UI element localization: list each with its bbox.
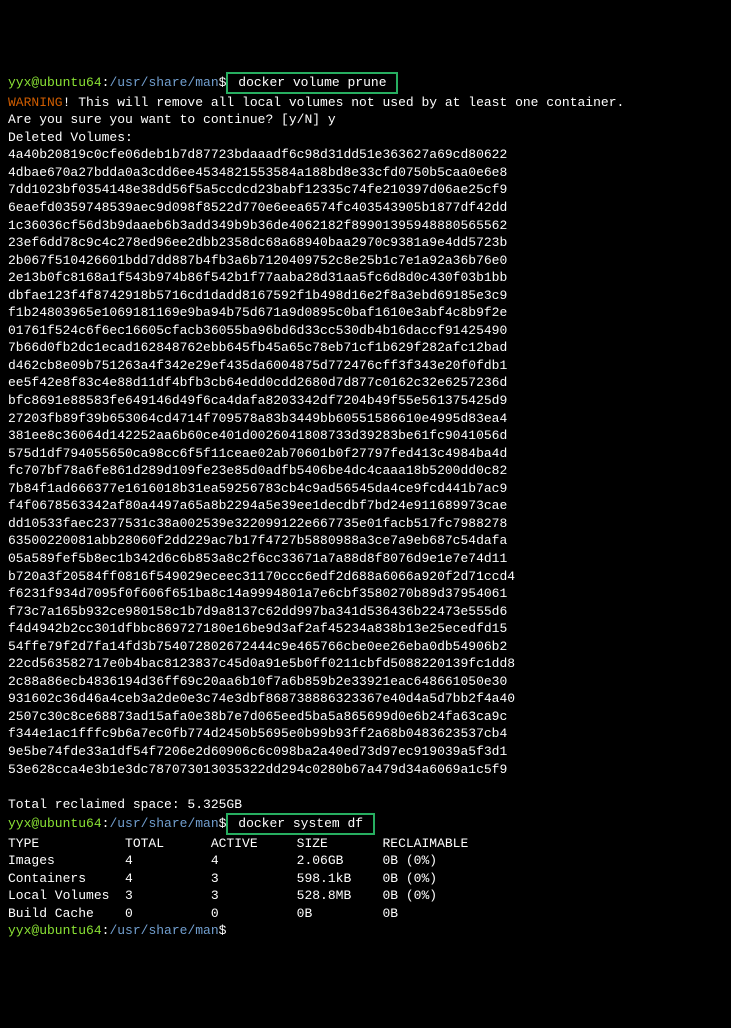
volume-hash: f1b24803965e1069181169e9ba94b75d671a9d08…: [8, 304, 723, 322]
prompt-user-host: yyx@ubuntu64: [8, 75, 102, 90]
volume-hash: 05a589fef5b8ec1b342d6c6b853a8c2f6cc33671…: [8, 550, 723, 568]
volume-hash: f6231f934d7095f0f606f651ba8c14a9994801a7…: [8, 585, 723, 603]
command-text[interactable]: docker system df: [230, 816, 370, 831]
volume-hash: b720a3f20584ff0816f549029eceec31170ccc6e…: [8, 568, 723, 586]
volume-hash: 9e5be74fde33a1df54f7206e2d60906c6c098ba2…: [8, 743, 723, 761]
warning-line: WARNING! This will remove all local volu…: [8, 94, 723, 112]
volume-hash: 01761f524c6f6ec16605cfacb36055ba96bd6d33…: [8, 322, 723, 340]
terminal-line: yyx@ubuntu64:/usr/share/man$ docker syst…: [8, 813, 723, 835]
confirm-prompt: Are you sure you want to continue? [y/N]…: [8, 111, 723, 129]
terminal-line: yyx@ubuntu64:/usr/share/man$ docker volu…: [8, 72, 723, 94]
deleted-volumes-label: Deleted Volumes:: [8, 129, 723, 147]
prompt-dollar: $: [219, 816, 227, 831]
volume-hash: 22cd563582717e0b4bac8123837c45d0a91e5b0f…: [8, 655, 723, 673]
volume-hash: 7b84f1ad666377e1616018b31ea59256783cb4c9…: [8, 480, 723, 498]
reclaimed-space: Total reclaimed space: 5.325GB: [8, 796, 723, 814]
volume-hash: f344e1ac1fffc9b6a7ec0fb774d2450b5695e0b9…: [8, 725, 723, 743]
volume-hash: 2507c30c8ce68873ad15afa0e38b7e7d065eed5b…: [8, 708, 723, 726]
prompt-colon: :: [102, 816, 110, 831]
volume-hash: 4a40b20819c0cfe06deb1b7d87723bdaaadf6c98…: [8, 146, 723, 164]
volume-hash: 575d1df794055650ca98cc6f5f11ceae02ab7060…: [8, 445, 723, 463]
terminal-line: yyx@ubuntu64:/usr/share/man$: [8, 922, 723, 940]
volume-hash: fc707bf78a6fe861d289d109fe23e85d0adfb540…: [8, 462, 723, 480]
volume-hash: dbfae123f4f8742918b5716cd1dadd8167592f1b…: [8, 287, 723, 305]
prompt-dollar: $: [219, 923, 227, 938]
volume-hash: 2b067f510426601bdd7dd887b4fb3a6b71204097…: [8, 252, 723, 270]
prompt-path: /usr/share/man: [109, 816, 218, 831]
volume-hash: dd10533faec2377531c38a002539e322099122e6…: [8, 515, 723, 533]
warning-text: ! This will remove all local volumes not…: [63, 95, 625, 110]
prompt-user-host: yyx@ubuntu64: [8, 816, 102, 831]
volume-hash: 381ee8c36064d142252aa6b60ce401d002604180…: [8, 427, 723, 445]
df-table-row: Local Volumes 3 3 528.8MB 0B (0%): [8, 887, 723, 905]
volume-hash: ee5f42e8f83c4e88d11df4bfb3cb64edd0cdd268…: [8, 374, 723, 392]
cursor-position[interactable]: [226, 923, 234, 938]
volume-hash: 4dbae670a27bdda0a3cdd6ee4534821553584a18…: [8, 164, 723, 182]
df-table-row: Containers 4 3 598.1kB 0B (0%): [8, 870, 723, 888]
volume-hash: 7b66d0fb2dc1ecad162848762ebb645fb45a65c7…: [8, 339, 723, 357]
volume-hash: 931602c36d46a4ceb3a2de0e3c74e3dbf8687388…: [8, 690, 723, 708]
volume-hash: 7dd1023bf0354148e38dd56f5a5ccdcd23babf12…: [8, 181, 723, 199]
volume-hash: 53e628cca4e3b1e3dc787073013035322dd294c0…: [8, 761, 723, 779]
volume-hash: 63500220081abb28060f2dd229ac7b17f4727b58…: [8, 532, 723, 550]
volume-hash: 2e13b0fc8168a1f543b974b86f542b1f77aaba28…: [8, 269, 723, 287]
blank-line: [8, 778, 723, 796]
volume-hash: d462cb8e09b751263a4f342e29ef435da6004875…: [8, 357, 723, 375]
command-text[interactable]: docker volume prune: [230, 75, 394, 90]
volume-hash: 6eaefd0359748539aec9d098f8522d770e6eea65…: [8, 199, 723, 217]
volume-hash: f4f0678563342af80a4497a65a8b2294a5e39ee1…: [8, 497, 723, 515]
command-highlight-box: docker system df: [226, 813, 374, 835]
df-table-row: Images 4 4 2.06GB 0B (0%): [8, 852, 723, 870]
volume-hash: bfc8691e88583fe649146d49f6ca4dafa8203342…: [8, 392, 723, 410]
prompt-user-host: yyx@ubuntu64: [8, 923, 102, 938]
warning-label: WARNING: [8, 95, 63, 110]
volume-hash: 2c88a86ecb4836194d36ff69c20aa6b10f7a6b85…: [8, 673, 723, 691]
prompt-path: /usr/share/man: [109, 75, 218, 90]
volume-hash: f4d4942b2cc301dfbbc869727180e16be9d3af2a…: [8, 620, 723, 638]
df-table-row: Build Cache 0 0 0B 0B: [8, 905, 723, 923]
df-table-header: TYPE TOTAL ACTIVE SIZE RECLAIMABLE: [8, 835, 723, 853]
volume-hash: 27203fb89f39b653064cd4714f709578a83b3449…: [8, 410, 723, 428]
prompt-colon: :: [102, 923, 110, 938]
volume-hash: 23ef6dd78c9c4c278ed96ee2dbb2358dc68a6894…: [8, 234, 723, 252]
volume-hash: 1c36036cf56d3b9daaeb6b3add349b9b36de4062…: [8, 217, 723, 235]
volume-hash: f73c7a165b932ce980158c1b7d9a8137c62dd997…: [8, 603, 723, 621]
volume-hash: 54ffe79f2d7fa14fd3b754072802672444c9e465…: [8, 638, 723, 656]
command-highlight-box: docker volume prune: [226, 72, 398, 94]
prompt-dollar: $: [219, 75, 227, 90]
prompt-path: /usr/share/man: [109, 923, 218, 938]
